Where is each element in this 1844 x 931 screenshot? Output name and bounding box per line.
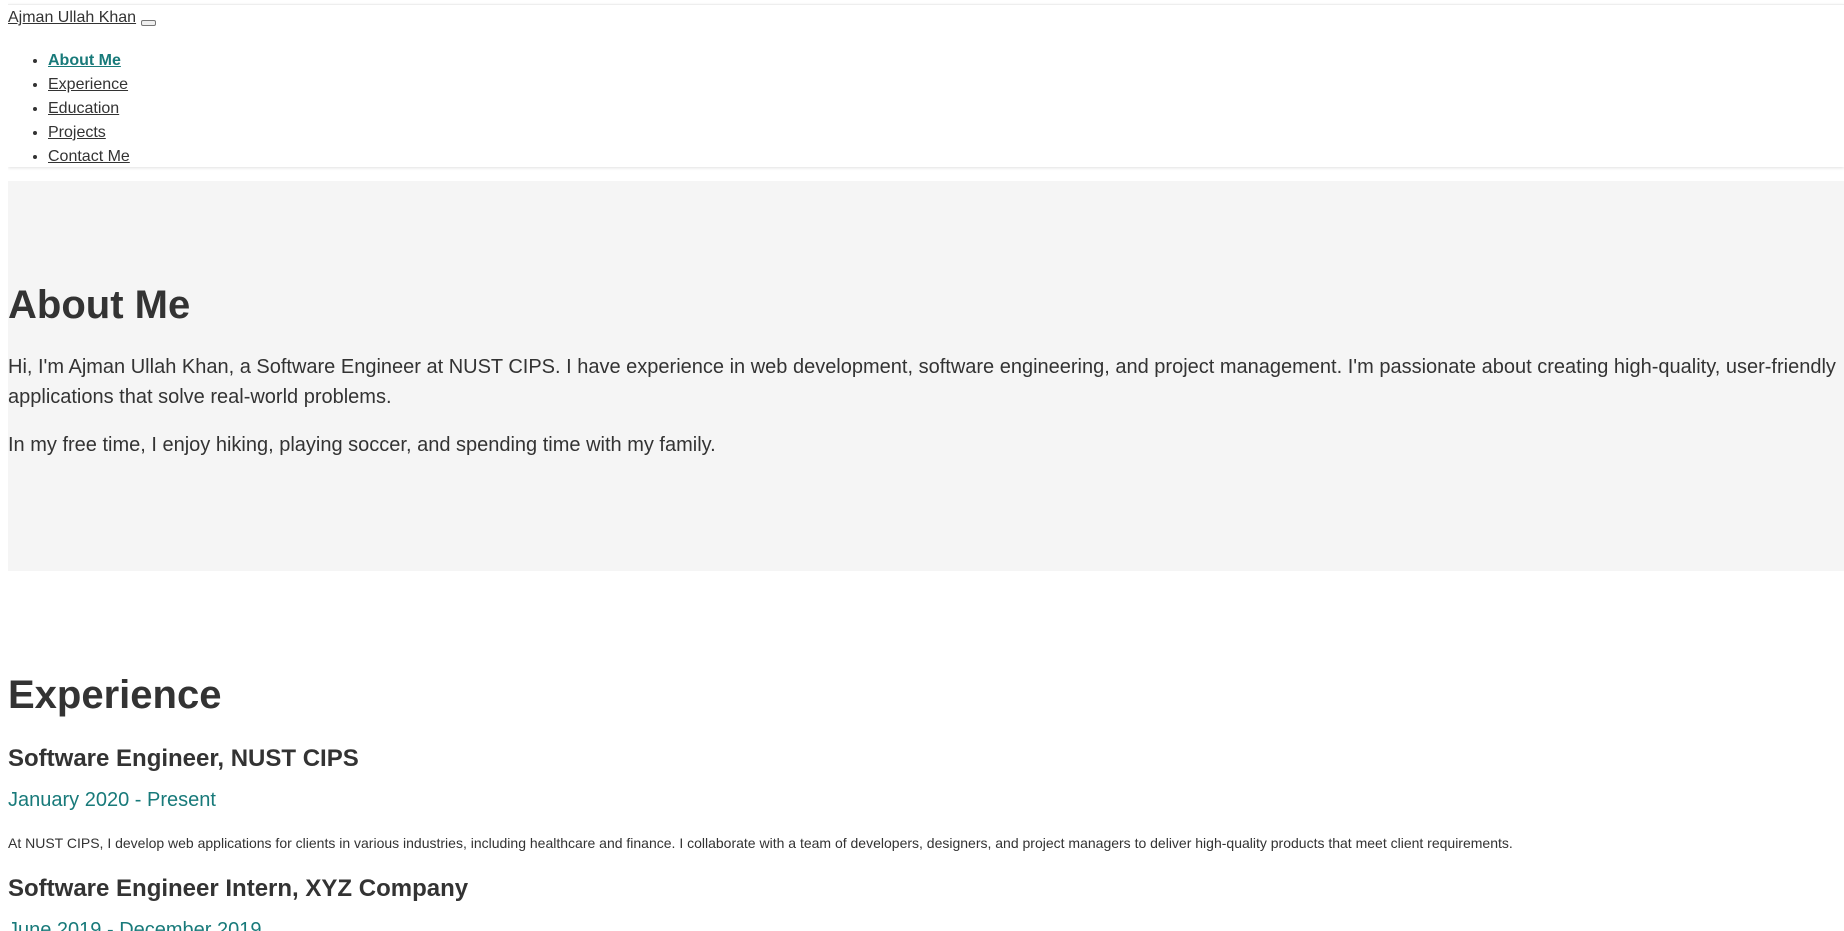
about-paragraph-intro: Hi, I'm Ajman Ullah Khan, a Software Eng…	[8, 356, 1836, 408]
navbar: Ajman Ullah Khan About Me Experience Edu…	[8, 4, 1844, 167]
nav-link-education[interactable]: Education	[48, 100, 119, 117]
nav-link-contact[interactable]: Contact Me	[48, 148, 130, 165]
nav-item-experience: Experience	[48, 73, 130, 97]
experience-heading: Experience	[8, 673, 222, 717]
nav-item-education: Education	[48, 97, 130, 121]
brand-link[interactable]: Ajman Ullah Khan	[8, 9, 136, 27]
about-paragraph-hobbies: In my free time, I enjoy hiking, playing…	[8, 434, 716, 456]
job-dates: June 2019 - December 2019	[8, 919, 262, 931]
about-heading: About Me	[8, 283, 191, 327]
nav-item-contact: Contact Me	[48, 145, 130, 169]
job-title: Software Engineer, NUST CIPS	[8, 745, 359, 772]
nav-link-about[interactable]: About Me	[48, 52, 121, 69]
nav-item-projects: Projects	[48, 121, 130, 145]
job-title: Software Engineer Intern, XYZ Company	[8, 875, 469, 902]
nav-list: About Me Experience Education Projects C…	[8, 49, 130, 169]
nav-item-about: About Me	[48, 49, 130, 73]
nav-link-experience[interactable]: Experience	[48, 76, 128, 93]
page: Ajman Ullah Khan About Me Experience Edu…	[8, 0, 1844, 931]
navbar-toggle-button[interactable]	[141, 20, 156, 26]
experience-section: Experience Software Engineer, NUST CIPS …	[8, 571, 1844, 931]
job-dates: January 2020 - Present	[8, 789, 216, 811]
job-description: At NUST CIPS, I develop web applications…	[8, 835, 1513, 851]
nav-link-projects[interactable]: Projects	[48, 124, 106, 141]
about-section: About Me Hi, I'm Ajman Ullah Khan, a Sof…	[8, 181, 1844, 571]
